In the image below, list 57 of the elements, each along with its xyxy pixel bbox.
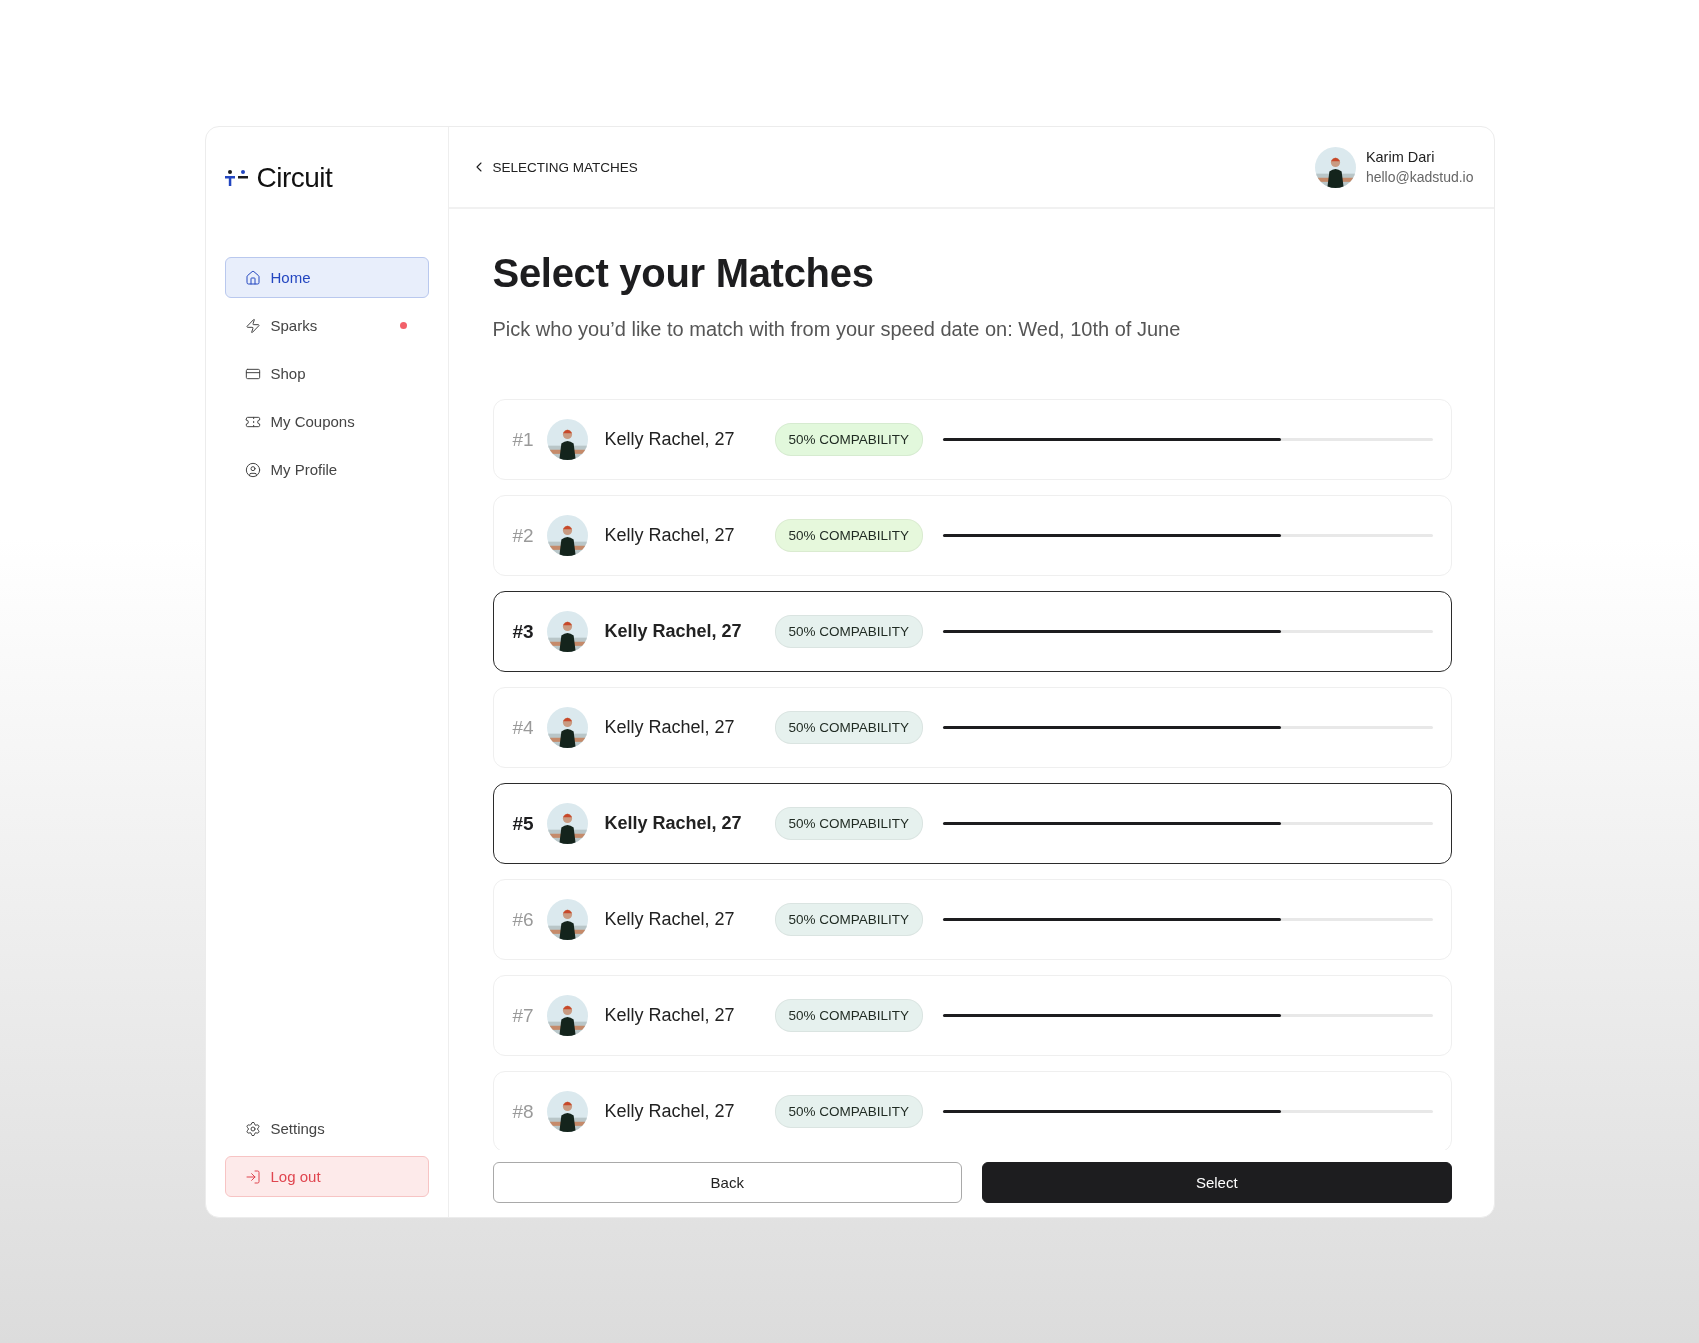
match-rank: #5 (512, 812, 535, 835)
settings-item[interactable]: Settings (224, 1108, 429, 1149)
back-button[interactable]: Back (492, 1162, 962, 1203)
user-icon (244, 461, 261, 478)
home-icon (244, 269, 261, 286)
compatibility-tag: 50% COMPABILITY (774, 423, 924, 456)
match-rank: #3 (512, 620, 535, 643)
page-subtitle: Pick who you’d like to match with from your speed date on: Wed, 10th of June (492, 318, 1182, 341)
match-name: Kelly Rachel, 27 (604, 909, 736, 930)
compatibility-tag: 50% COMPABILITY (774, 903, 924, 936)
compatibility-tag: 50% COMPABILITY (774, 711, 924, 744)
match-name: Kelly Rachel, 27 (604, 1005, 736, 1026)
match-name: Kelly Rachel, 27 (604, 1101, 736, 1122)
user-name: Karim Dari (1365, 149, 1436, 165)
match-row[interactable]: #7 Kelly Rachel, 27 50% COMPABILITY (492, 975, 1452, 1056)
nav-item[interactable]: Sparks (224, 305, 429, 346)
match-row[interactable]: #5 Kelly Rachel, 27 50% COMPABILITY (492, 783, 1452, 864)
nav-label: My Coupons (270, 413, 355, 430)
match-row[interactable]: #3 Kelly Rachel, 27 50% COMPABILITY (492, 591, 1452, 672)
match-name: Kelly Rachel, 27 (604, 621, 743, 642)
compatibility-tag: 50% COMPABILITY (774, 1095, 924, 1128)
match-row[interactable]: #2 Kelly Rachel, 27 50% COMPABILITY (492, 495, 1452, 576)
logout-button[interactable]: Log out (224, 1156, 429, 1197)
lightning-icon (244, 317, 261, 334)
nav-item[interactable]: My Profile (224, 449, 429, 490)
compatibility-tag: 50% COMPABILITY (774, 519, 924, 552)
match-rank: #1 (512, 428, 535, 451)
nav-label: My Profile (270, 461, 338, 478)
breadcrumb: SELECTING MATCHES (492, 159, 638, 175)
nav-item[interactable]: Shop (224, 353, 429, 394)
nav-item[interactable]: My Coupons (224, 401, 429, 442)
match-rank: #6 (512, 908, 535, 931)
match-row[interactable]: #4 Kelly Rachel, 27 50% COMPABILITY (492, 687, 1452, 768)
user-email: hello@kadstud.io (1365, 169, 1474, 185)
match-rank: #8 (512, 1100, 535, 1123)
compatibility-tag: 50% COMPABILITY (774, 807, 924, 840)
match-row[interactable]: #1 Kelly Rachel, 27 50% COMPABILITY (492, 399, 1452, 480)
nav-item[interactable]: Home (224, 257, 429, 298)
match-rank: #4 (512, 716, 535, 739)
match-rank: #7 (512, 1004, 535, 1027)
settings-icon (244, 1120, 261, 1137)
match-rank: #2 (512, 524, 535, 547)
select-button[interactable]: Select (982, 1162, 1452, 1203)
match-name: Kelly Rachel, 27 (604, 813, 743, 834)
match-name: Kelly Rachel, 27 (604, 429, 736, 450)
match-row[interactable]: #6 Kelly Rachel, 27 50% COMPABILITY (492, 879, 1452, 960)
compatibility-tag: 50% COMPABILITY (774, 615, 924, 648)
page-title: Select your Matches (492, 251, 875, 296)
logo-text: Circuit (256, 162, 333, 194)
nav-label: Home (270, 269, 311, 286)
logo-icon (224, 169, 249, 187)
nav-label: Shop (270, 365, 306, 382)
match-name: Kelly Rachel, 27 (604, 525, 736, 546)
match-name: Kelly Rachel, 27 (604, 717, 736, 738)
nav-label: Sparks (270, 317, 318, 334)
compatibility-tag: 50% COMPABILITY (774, 999, 924, 1032)
logout-icon (244, 1168, 261, 1185)
